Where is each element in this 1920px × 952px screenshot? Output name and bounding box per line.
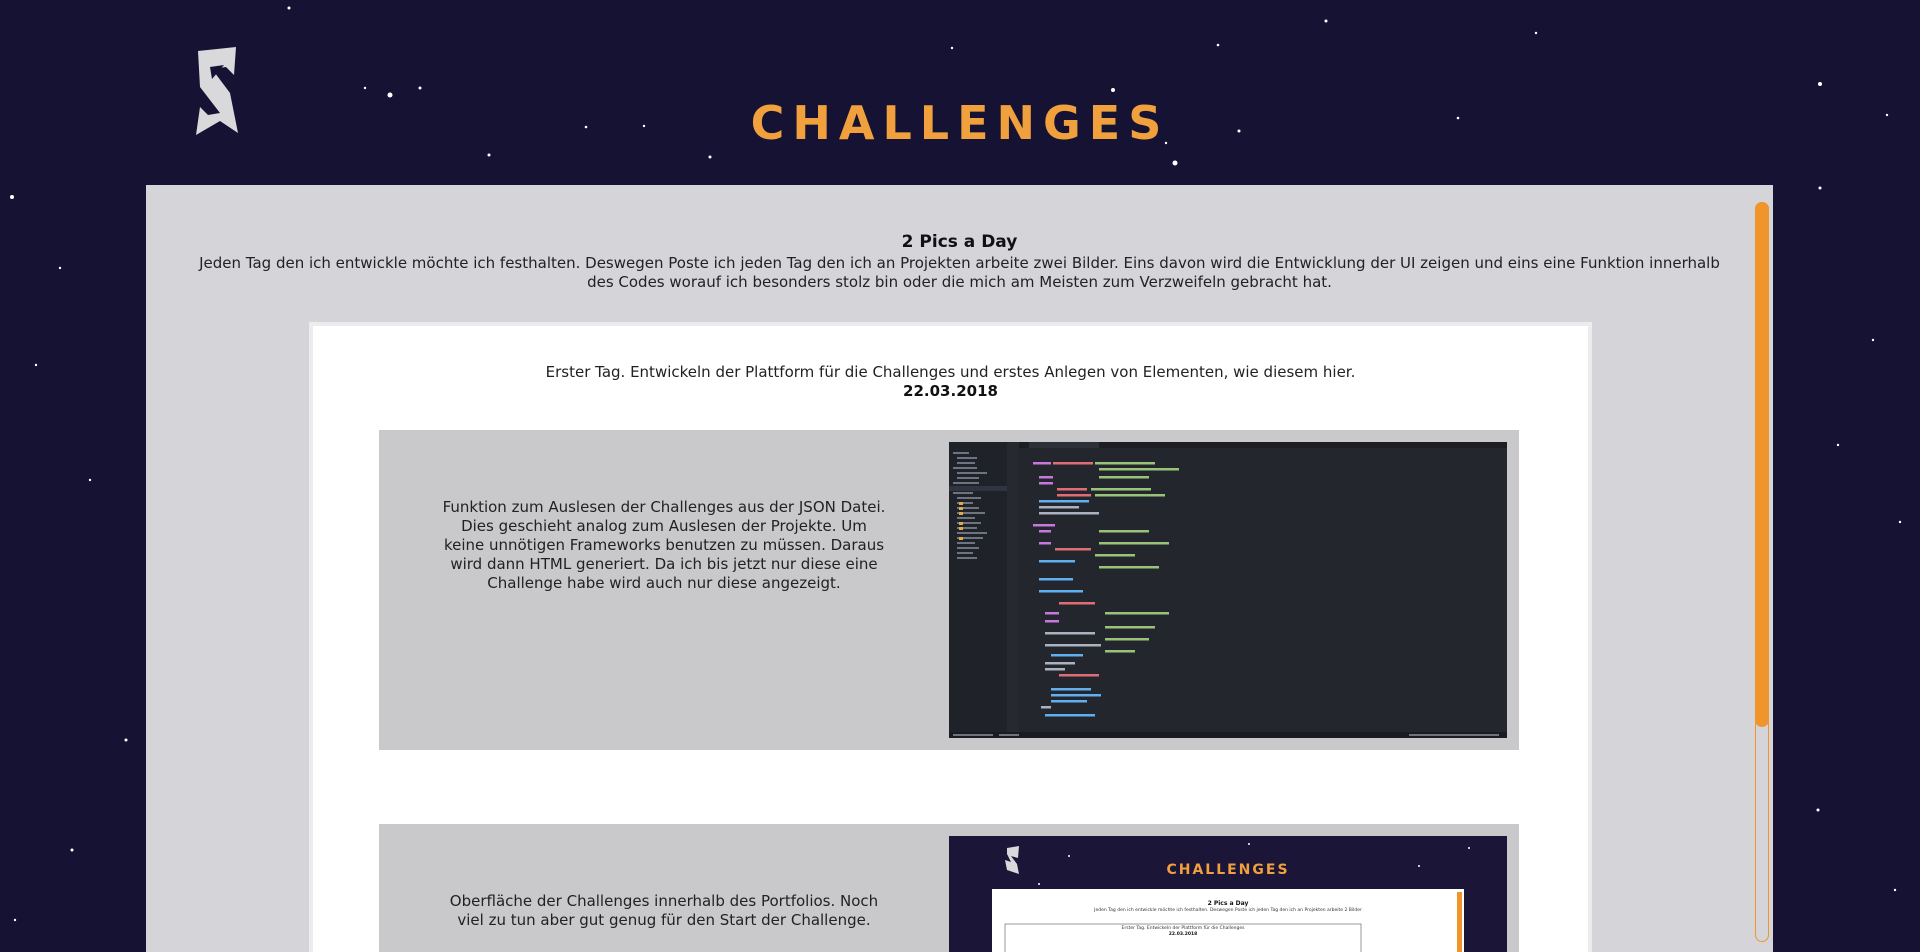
entry-description: Oberfläche der Challenges innerhalb des …	[449, 892, 879, 929]
challenge-title: 2 Pics a Day	[901, 232, 1018, 252]
scrollbar-thumb[interactable]	[1755, 202, 1769, 727]
day-date: 22.03.2018	[903, 382, 998, 400]
challenge-description: Jeden Tag den ich entwickle möchte ich f…	[199, 254, 1720, 291]
preview-date: 22.03.2018	[1168, 932, 1198, 937]
preview-day-text: Erster Tag. Entwickeln der Plattform für…	[1121, 926, 1245, 931]
entry-description: Funktion zum Auslesen der Challenges aus…	[442, 498, 886, 592]
day-card: Erster Tag. Entwickeln der Plattform für…	[309, 322, 1592, 952]
entry-ui: Oberfläche der Challenges innerhalb des …	[379, 824, 1519, 952]
page: CHALLENGES 2 Pics a Day Jeden Tag den ic…	[0, 0, 1920, 952]
preview-intro-text: Jeden Tag den ich entwickle möchte ich f…	[1094, 908, 1362, 913]
challenges-panel: 2 Pics a Day Jeden Tag den ich entwickle…	[146, 185, 1773, 952]
page-title: CHALLENGES	[750, 96, 1170, 150]
day-description: Erster Tag. Entwickeln der Plattform für…	[545, 363, 1356, 381]
preview-intro-title: 2 Pics a Day	[1207, 900, 1249, 907]
code-editor-screenshot[interactable]	[949, 442, 1507, 738]
preview-title: CHALLENGES	[1166, 862, 1290, 878]
ui-screenshot[interactable]: CHALLENGES 2 Pics a Day Jeden Tag den ic…	[949, 836, 1507, 952]
entry-code: Funktion zum Auslesen der Challenges aus…	[379, 430, 1519, 750]
